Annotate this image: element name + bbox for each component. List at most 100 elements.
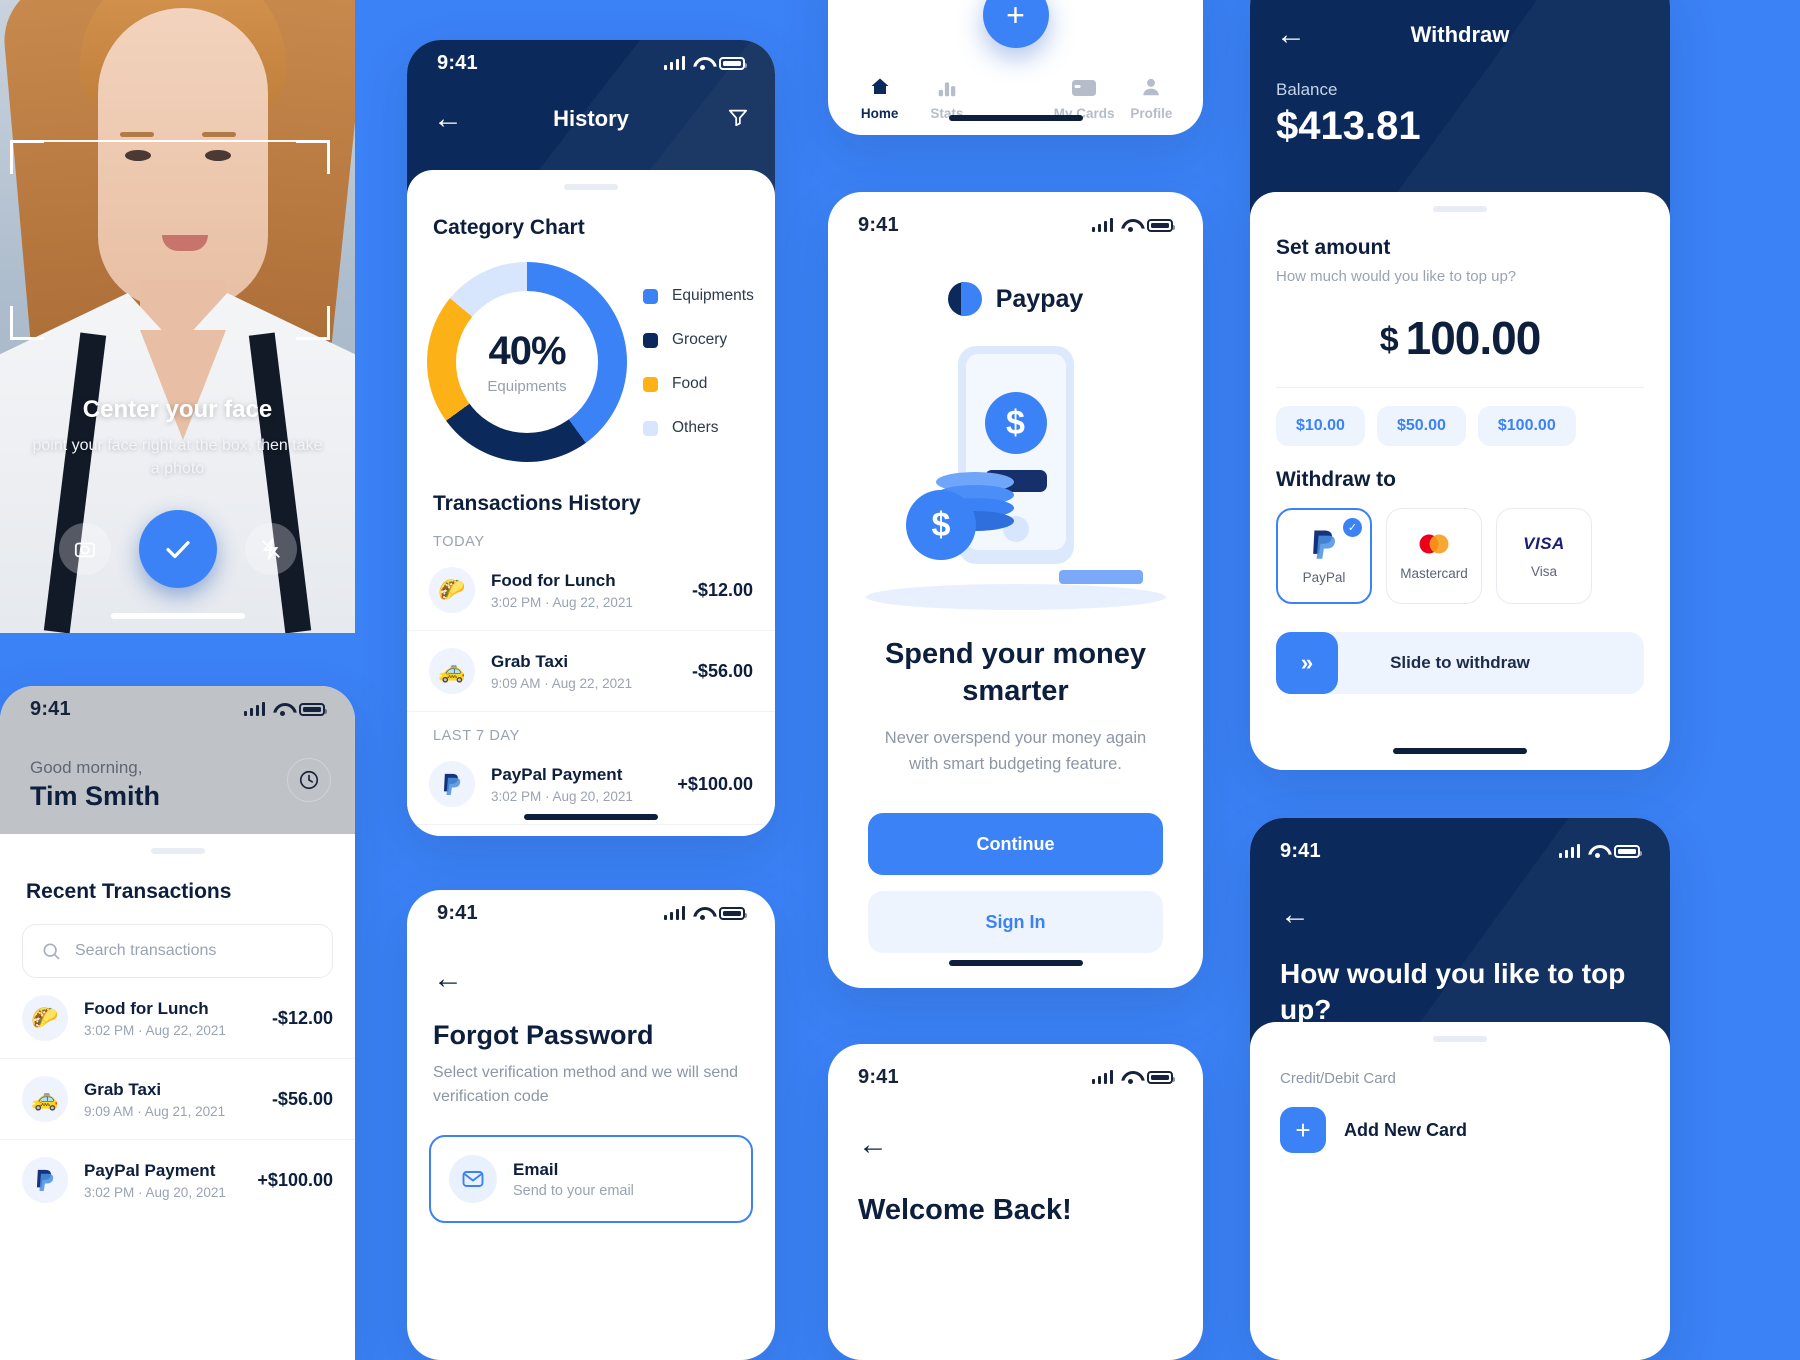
onboarding-headline: Spend your money smarter: [884, 638, 1147, 708]
page-subtitle: Select verification method and we will s…: [433, 1064, 739, 1105]
face-capture-subtitle: point your face right at the box, then t…: [32, 437, 323, 478]
method-name: Visa: [1530, 563, 1558, 579]
status-time: 9:41: [437, 901, 478, 924]
option-subtitle: Send to your email: [513, 1182, 634, 1199]
status-time: 9:41: [437, 51, 478, 74]
legend-item: Food: [643, 375, 754, 393]
transaction-amount: -$12.00: [271, 1007, 333, 1028]
face-capture-title: Center your face: [82, 396, 273, 423]
battery-icon: [1147, 1070, 1175, 1084]
add-card-label: Add New Card: [1344, 1119, 1468, 1140]
back-arrow-icon[interactable]: ←: [1276, 20, 1306, 50]
camera-flip-icon[interactable]: [58, 523, 111, 575]
transaction-name: PayPal Payment: [84, 1160, 216, 1180]
search-input[interactable]: Search transactions: [22, 924, 333, 978]
wifi-icon: [273, 703, 291, 716]
confirm-capture-button[interactable]: [138, 510, 217, 588]
visa-icon: VISA: [1523, 533, 1565, 553]
transaction-meta: 3:02 PM · Aug 22, 2021: [84, 1022, 226, 1038]
greeting-text: Good morning,: [30, 758, 143, 777]
status-time: 9:41: [30, 697, 71, 720]
tab-my-cards[interactable]: My Cards: [1051, 69, 1118, 121]
legend-label: Equipments: [672, 287, 754, 304]
transaction-amount: -$12.00: [691, 579, 753, 600]
face-capture-screen: Center your face point your face right a…: [0, 0, 355, 633]
battery-icon: [299, 702, 327, 716]
table-row[interactable]: 🌮 Food for Lunch 3:02 PM · Aug 22, 2021 -$1…: [407, 550, 775, 631]
user-name: Tim Smith: [30, 781, 161, 811]
method-visa[interactable]: VISA Visa: [1496, 508, 1592, 604]
battery-icon: [1614, 844, 1642, 858]
home-header: 9:41 Good morning, Tim Smith: [0, 686, 355, 834]
sign-in-button[interactable]: Sign In: [868, 891, 1163, 954]
transaction-icon: [22, 1157, 68, 1203]
tab-label: Profile: [1130, 106, 1173, 121]
face-frame: [10, 140, 330, 340]
wifi-icon: [1121, 219, 1139, 232]
transaction-amount: +$100.00: [257, 1169, 333, 1190]
verification-option-email[interactable]: Email Send to your email: [429, 1135, 753, 1223]
amount-currency: $: [1379, 321, 1399, 359]
transaction-name: Grab Taxi: [491, 651, 569, 671]
wifi-icon: [1121, 1071, 1139, 1084]
search-icon: [43, 943, 60, 960]
welcome-back-screen: 9:41 ← Welcome Back!: [828, 1044, 1203, 1360]
quick-amount-chip[interactable]: $10.00: [1276, 406, 1365, 446]
chart-title: Category Chart: [433, 216, 585, 239]
signal-icon: [1091, 1070, 1113, 1084]
transaction-meta: 3:02 PM · Aug 22, 2021: [491, 594, 633, 610]
donut-center-value: 40%: [488, 329, 566, 373]
table-row[interactable]: 👕Buy Clothes1:12 PM · Aug 19, 2021-$84.0…: [407, 825, 775, 836]
tab-profile[interactable]: Profile: [1118, 69, 1185, 121]
battery-icon: [1147, 218, 1175, 232]
double-chevron-right-icon[interactable]: »: [1276, 632, 1338, 694]
amount-input[interactable]: $100.00: [1250, 285, 1670, 387]
method-paypal[interactable]: ✓ PayPal: [1276, 508, 1372, 604]
tab-stats[interactable]: Stats: [913, 69, 980, 121]
legend-label: Food: [672, 375, 708, 392]
transaction-name: PayPal Payment: [491, 764, 623, 784]
transaction-icon: 🌮: [22, 995, 68, 1041]
bottom-tab-bar: + Home Stats My Cards Profile: [828, 0, 1203, 135]
filter-icon[interactable]: [727, 106, 749, 133]
donut-center-label: Equipments: [487, 378, 567, 395]
tab-label: Home: [860, 106, 899, 121]
quick-amount-chip[interactable]: $50.00: [1376, 406, 1466, 446]
table-row[interactable]: 🌮 Food for Lunch 3:02 PM · Aug 22, 2021 -$1…: [0, 978, 355, 1059]
legend-swatch: [643, 376, 658, 392]
transaction-amount: -$56.00: [271, 1088, 333, 1109]
onboarding-screen: 9:41 Paypay $ $ Spend your money smarter…: [828, 192, 1203, 988]
slide-to-withdraw[interactable]: » Slide to withdraw: [1276, 632, 1644, 694]
table-row[interactable]: 🚕 Grab Taxi 9:09 AM · Aug 21, 2021 -$56.00: [0, 1059, 355, 1140]
battery-icon: [719, 906, 747, 920]
table-row[interactable]: 🚕 Grab Taxi 9:09 AM · Aug 22, 2021 -$56.00: [407, 631, 775, 712]
back-arrow-icon[interactable]: ←: [1280, 898, 1310, 931]
tab-home[interactable]: Home: [846, 69, 913, 121]
back-arrow-icon[interactable]: ←: [433, 104, 463, 134]
paypay-logo-icon: [947, 282, 982, 316]
quick-amount-chip[interactable]: $100.00: [1477, 406, 1576, 446]
envelope-icon: [449, 1155, 497, 1203]
back-arrow-icon[interactable]: ←: [858, 1128, 888, 1161]
back-arrow-icon[interactable]: ←: [433, 962, 463, 995]
recent-transactions-title: Recent Transactions: [26, 880, 232, 903]
add-new-card-row[interactable]: + Add New Card: [1250, 1087, 1670, 1153]
transaction-meta: 9:09 AM · Aug 22, 2021: [491, 675, 633, 691]
legend-swatch: [643, 288, 658, 304]
slide-label: Slide to withdraw: [1390, 653, 1530, 672]
transaction-icon: 🚕: [429, 648, 475, 694]
table-row[interactable]: PayPal Payment 3:02 PM · Aug 20, 2021 +$10…: [407, 744, 775, 825]
flash-off-icon[interactable]: [244, 523, 297, 575]
wifi-icon: [1588, 845, 1606, 858]
transaction-amount: -$56.00: [691, 660, 753, 681]
section-label: Credit/Debit Card: [1280, 1070, 1396, 1087]
table-row[interactable]: PayPal Payment 3:02 PM · Aug 20, 2021 +$10…: [0, 1140, 355, 1220]
clock-icon[interactable]: [287, 758, 331, 802]
bar-chart-icon: [913, 69, 980, 99]
continue-button[interactable]: Continue: [868, 813, 1163, 876]
wifi-icon: [693, 57, 711, 70]
method-mastercard[interactable]: Mastercard: [1386, 508, 1482, 604]
topup-screen: 9:41 ← How would you like to top up? Cre…: [1250, 818, 1670, 1360]
selected-check-icon: ✓: [1343, 518, 1362, 537]
page-title: Forgot Password: [433, 1020, 654, 1050]
